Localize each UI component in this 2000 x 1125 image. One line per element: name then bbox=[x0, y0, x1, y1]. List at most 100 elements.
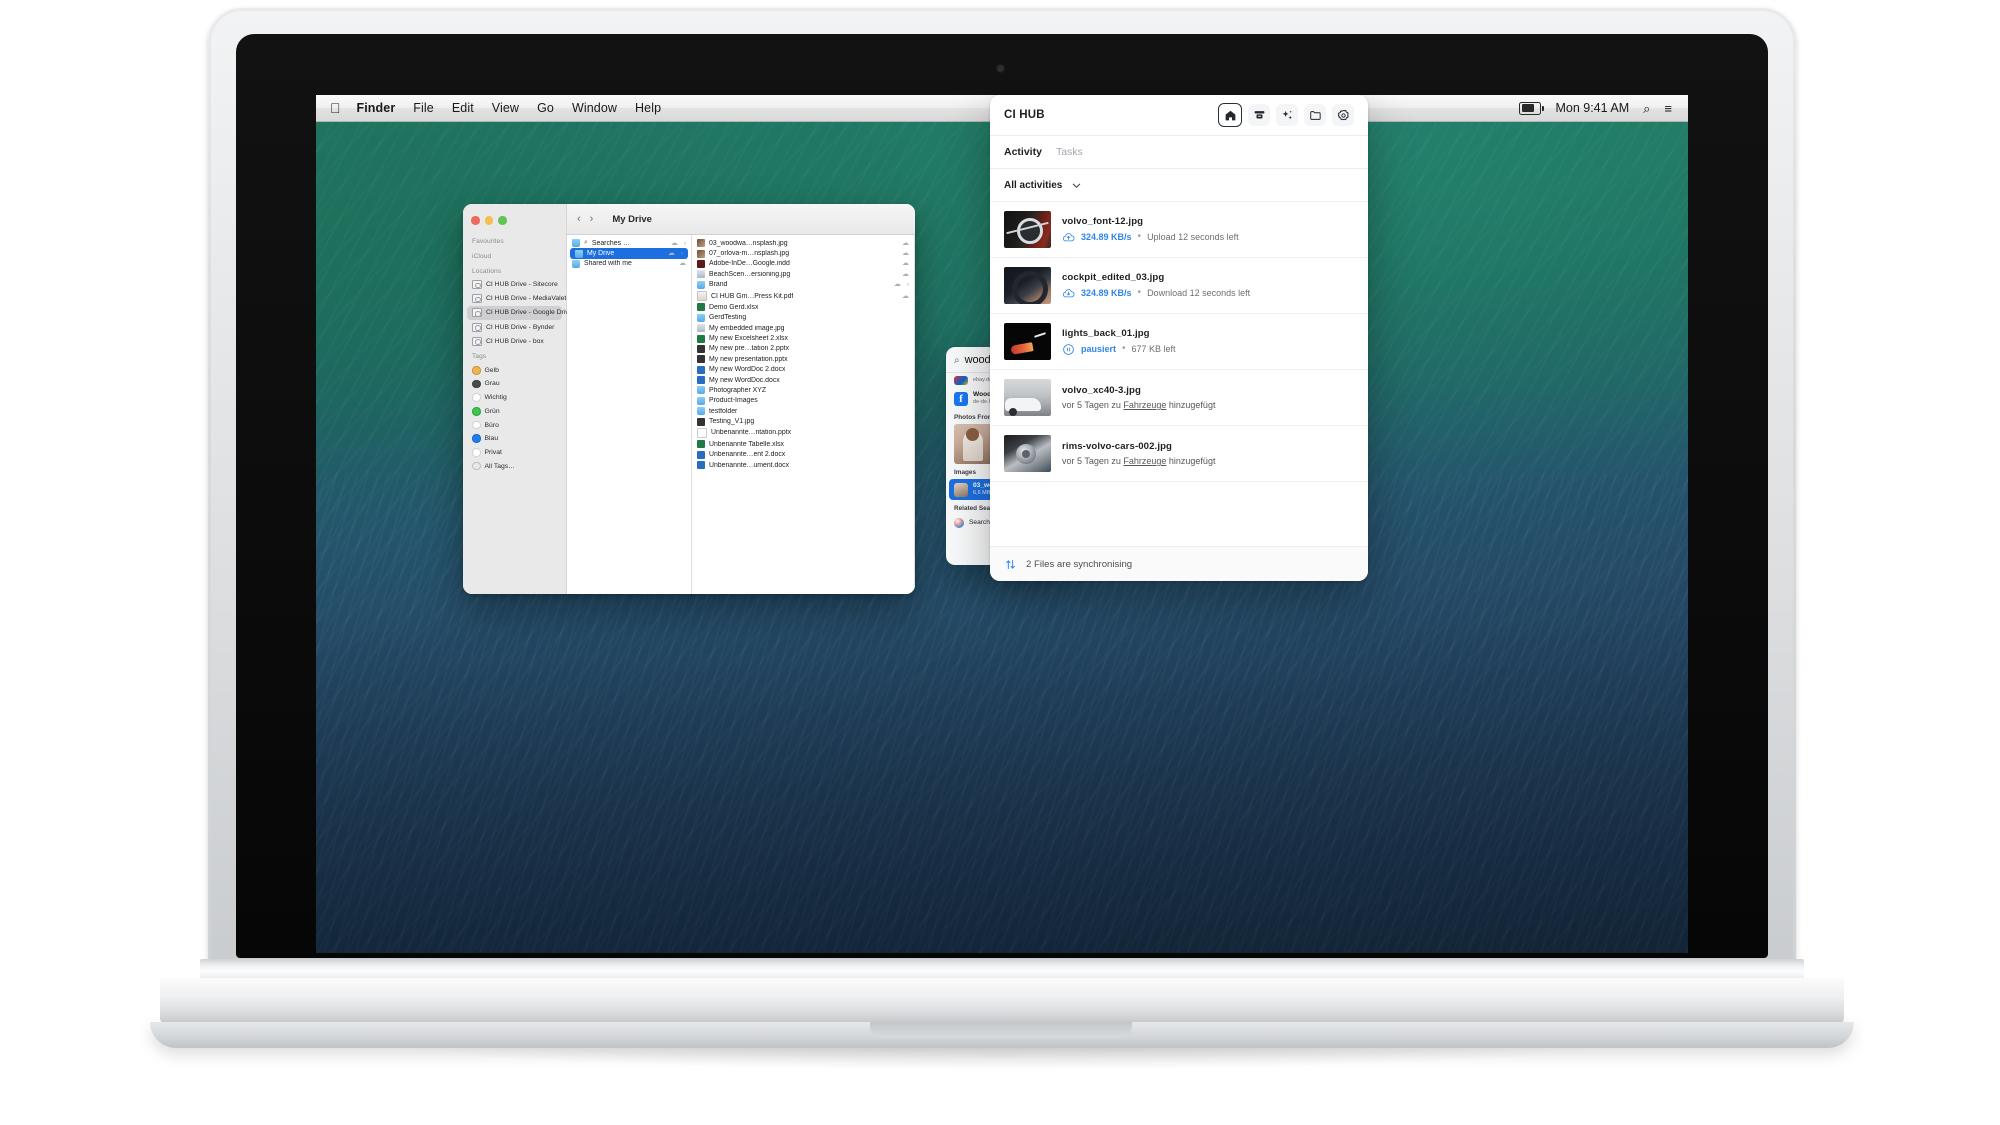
finder-file-row[interactable]: 03_woodwa…nsplash.jpg ☁ bbox=[692, 238, 914, 248]
forward-icon[interactable]: › bbox=[590, 213, 594, 225]
finder-file-row[interactable]: Unbenannte…ument.docx bbox=[692, 460, 914, 470]
activity-item[interactable]: lights_back_01.jpg pausiert • 677 KB left bbox=[990, 314, 1368, 370]
finder-file-name: My embedded image.jpg bbox=[709, 324, 785, 332]
activity-filename: volvo_xc40-3.jpg bbox=[1062, 385, 1141, 396]
menu-file[interactable]: File bbox=[413, 101, 434, 115]
sidebar-item-privat[interactable]: Privat bbox=[463, 446, 566, 460]
finder-file-row[interactable]: testfolder bbox=[692, 406, 914, 416]
finder-file-row[interactable]: My new Excelsheet 2.xlsx bbox=[692, 333, 914, 343]
zoom-button[interactable] bbox=[498, 216, 507, 225]
sidebar-item-wichtig[interactable]: Wichtig bbox=[463, 391, 566, 405]
home-button[interactable] bbox=[1218, 103, 1242, 127]
back-icon[interactable]: ‹ bbox=[577, 213, 581, 225]
sidebar-item-all-tags[interactable]: All Tags… bbox=[463, 459, 566, 473]
sidebar-item-gelb[interactable]: Gelb bbox=[463, 363, 566, 377]
sidebar-item-gr-n[interactable]: Grün bbox=[463, 405, 566, 419]
finder-file-row[interactable]: My new WordDoc 2.docx bbox=[692, 365, 914, 375]
apple-menu-icon[interactable]:  bbox=[330, 101, 341, 115]
menu-view[interactable]: View bbox=[492, 101, 519, 115]
finder-file-row[interactable]: 07_orlova-m…nsplash.jpg ☁ bbox=[692, 248, 914, 258]
search-icon: ⌕ bbox=[954, 354, 960, 366]
activity-thumbnail bbox=[1004, 323, 1051, 360]
ai-sparkles-button[interactable] bbox=[1276, 104, 1298, 126]
activity-subtitle-suffix: hinzugefügt bbox=[1166, 456, 1216, 466]
cihub-filter-bar[interactable]: All activities bbox=[990, 169, 1368, 202]
minimize-button[interactable] bbox=[484, 216, 493, 225]
finder-file-row[interactable]: Shared with me ☁ bbox=[567, 259, 691, 269]
laptop-base bbox=[160, 978, 1844, 1024]
finder-file-row[interactable]: Photographer XYZ bbox=[692, 385, 914, 395]
activity-item[interactable]: volvo_xc40-3.jpg vor 5 Tagen zu Fahrzeuge… bbox=[990, 370, 1368, 426]
xls-icon bbox=[697, 303, 705, 312]
menu-finder[interactable]: Finder bbox=[357, 101, 396, 115]
finder-file-row[interactable]: My embedded image.jpg bbox=[692, 323, 914, 333]
tab-tasks[interactable]: Tasks bbox=[1056, 146, 1083, 158]
finder-file-row[interactable]: Unbenannte…ent 2.docx bbox=[692, 450, 914, 460]
finder-file-row[interactable]: My new presentation.pptx bbox=[692, 354, 914, 364]
connector-button[interactable] bbox=[1248, 104, 1270, 126]
finder-file-row[interactable]: Unbenannte…ntation.pptx bbox=[692, 427, 914, 439]
sidebar-item-ci-hub-drive-sitecore[interactable]: CI HUB Drive - Sitecore bbox=[463, 278, 566, 292]
finder-toolbar: ‹ › My Drive bbox=[567, 204, 915, 235]
finder-file-row[interactable]: Product-Images bbox=[692, 396, 914, 406]
menu-window[interactable]: Window bbox=[572, 101, 617, 115]
close-button[interactable] bbox=[471, 216, 480, 225]
finder-file-name: My new WordDoc 2.docx bbox=[709, 366, 786, 374]
doc-icon bbox=[697, 461, 705, 470]
photo-thumbnail[interactable] bbox=[954, 424, 994, 465]
window-traffic-lights[interactable] bbox=[463, 210, 566, 233]
finder-file-name: Product-Images bbox=[709, 397, 758, 405]
activity-item[interactable]: rims-volvo-cars-002.jpg vor 5 Tagen zu Fa… bbox=[990, 426, 1368, 482]
sidebar-item-label: Privat bbox=[484, 448, 502, 456]
tag-dot-icon bbox=[472, 379, 481, 389]
finder-file-row[interactable]: Brand ☁ › bbox=[692, 280, 914, 290]
folder-button[interactable] bbox=[1304, 104, 1326, 126]
sidebar-item-b-ro[interactable]: Büro bbox=[463, 418, 566, 432]
cihub-panel[interactable]: CI HUB Activity Tasks All activities vol… bbox=[990, 95, 1368, 581]
finder-file-row[interactable]: CI HUB Gm…Press Kit.pdf ☁ bbox=[692, 290, 914, 302]
finder-file-row[interactable]: GerdTesting bbox=[692, 313, 914, 323]
activity-collection-link[interactable]: Fahrzeuge bbox=[1123, 456, 1166, 466]
menu-edit[interactable]: Edit bbox=[452, 101, 474, 115]
sidebar-item-ci-hub-drive-mediavalet[interactable]: CI HUB Drive - MediaValet bbox=[463, 292, 566, 306]
menubar-clock[interactable]: Mon 9:41 AM bbox=[1555, 101, 1629, 115]
finder-file-row[interactable]: Testing_V1.jpg bbox=[692, 416, 914, 426]
doc-icon bbox=[697, 450, 705, 459]
sidebar-item-ci-hub-drive-google-drive[interactable]: CI HUB Drive - Google Drive bbox=[467, 305, 573, 321]
chevron-down-icon[interactable] bbox=[1070, 179, 1083, 192]
laptop-shadow bbox=[120, 1040, 1884, 1110]
battery-icon[interactable] bbox=[1519, 101, 1544, 115]
sidebar-section-header: iCloud bbox=[472, 252, 492, 260]
sidebar-item-label: Wichtig bbox=[484, 394, 507, 402]
sidebar-item-grau[interactable]: Grau bbox=[463, 377, 566, 391]
sidebar-item-label: CI HUB Drive - Google Drive bbox=[486, 309, 573, 317]
menu-help[interactable]: Help bbox=[635, 101, 661, 115]
finder-file-row[interactable]: My new WordDoc.docx bbox=[692, 375, 914, 385]
finder-column-2: 03_woodwa…nsplash.jpg ☁ 07_orlova-m…nsplas… bbox=[692, 235, 915, 594]
activity-item[interactable]: cockpit_edited_03.jpg 324.89 KB/s • Downloa… bbox=[990, 258, 1368, 314]
finder-file-row[interactable]: My Drive ☁ › bbox=[570, 248, 688, 259]
tab-activity[interactable]: Activity bbox=[1004, 146, 1042, 158]
finder-file-row[interactable]: Unbenannte Tabelle.xlsx bbox=[692, 439, 914, 449]
home-icon bbox=[1225, 110, 1235, 120]
activity-rate: 324.89 KB/s bbox=[1081, 232, 1132, 242]
finder-file-row[interactable]: Demo Gerd.xlsx bbox=[692, 302, 914, 312]
finder-file-row[interactable]: Adobe-InDe…Google.indd ☁ bbox=[692, 259, 914, 269]
activity-collection-link[interactable]: Fahrzeuge bbox=[1123, 400, 1166, 410]
sidebar-item-ci-hub-drive-box[interactable]: CI HUB Drive - box bbox=[463, 334, 566, 348]
menu-go[interactable]: Go bbox=[537, 101, 554, 115]
folder-icon bbox=[697, 386, 705, 395]
finder-file-name: Unbenannte…ument.docx bbox=[709, 461, 790, 469]
sidebar-item-blau[interactable]: Blau bbox=[463, 432, 566, 446]
finder-window[interactable]: Favourites iCloud Locations CI HUB Drive - … bbox=[463, 204, 915, 594]
activity-subtitle-suffix: hinzugefügt bbox=[1166, 400, 1216, 410]
finder-file-row[interactable]: BeachScen…ersioning.jpg ☁ bbox=[692, 269, 914, 279]
settings-button[interactable] bbox=[1332, 104, 1354, 126]
activity-item[interactable]: volvo_font-12.jpg 324.89 KB/s • Upload 12 s… bbox=[990, 202, 1368, 258]
finder-file-name: My new presentation.pptx bbox=[709, 355, 788, 363]
sidebar-item-ci-hub-drive-bynder[interactable]: CI HUB Drive - Bynder bbox=[463, 320, 566, 334]
notification-center-icon[interactable]: ≡ bbox=[1664, 102, 1672, 115]
finder-file-row[interactable]: My new pre…tation 2.pptx bbox=[692, 344, 914, 354]
spotlight-search-icon[interactable]: ⌕ bbox=[1643, 102, 1650, 115]
finder-file-row[interactable]: ⌕ Searches … ☁ › bbox=[567, 238, 691, 248]
